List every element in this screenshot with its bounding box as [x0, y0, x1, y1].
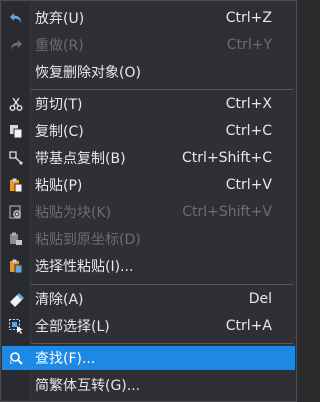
eraser-icon — [2, 287, 30, 311]
paste-as-block-icon — [2, 200, 30, 224]
menu-item-cut[interactable]: 剪切(T) Ctrl+X — [2, 92, 295, 116]
scissors-icon — [2, 92, 30, 116]
redo-icon — [2, 33, 30, 57]
menu-item-redo[interactable]: 重做(R) Ctrl+Y — [2, 33, 295, 57]
menu-item-shortcut: Ctrl+Shift+V — [182, 204, 272, 220]
copy-icon — [2, 119, 30, 143]
menu-item-label: 全部选择(L) — [35, 319, 110, 335]
select-all-icon — [2, 314, 30, 338]
menu-separator — [31, 343, 293, 344]
menu-item-label: 查找(F)... — [35, 351, 96, 367]
menu-item-label: 清除(A) — [35, 292, 84, 308]
menu-item-shortcut: Ctrl+Y — [226, 37, 272, 53]
menu-item-copy-with-basepoint[interactable]: 带基点复制(B) Ctrl+Shift+C — [2, 146, 295, 170]
menu-separator — [31, 284, 293, 285]
menu-separator — [31, 89, 293, 90]
menu-item-select-all[interactable]: 全部选择(L) Ctrl+A — [2, 314, 295, 338]
menu-item-label: 剪切(T) — [35, 97, 83, 113]
undo-icon — [2, 6, 30, 30]
menu-item-paste-to-original-coords[interactable]: 粘贴到原坐标(D) — [2, 227, 295, 251]
menu-item-shortcut: Ctrl+C — [225, 123, 272, 139]
menu-item-paste-special[interactable]: 选择性粘贴(I)... — [2, 254, 295, 278]
menu-item-shortcut: Ctrl+Shift+C — [182, 150, 272, 166]
menu-item-find[interactable]: 查找(F)... — [2, 346, 295, 370]
menu-item-shortcut: Ctrl+Z — [225, 10, 272, 26]
menu-item-label: 放弃(U) — [35, 11, 85, 27]
menu-item-label: 粘贴(P) — [35, 178, 83, 194]
menu-item-label: 粘贴为块(K) — [35, 205, 112, 221]
menu-item-label: 简繁体互转(G)... — [35, 378, 141, 394]
copy-with-basepoint-icon — [2, 146, 30, 170]
paste-special-icon — [2, 254, 30, 278]
menu-item-label: 重做(R) — [35, 38, 84, 54]
menu-item-label: 带基点复制(B) — [35, 151, 126, 167]
menu-item-paste-as-block[interactable]: 粘贴为块(K) Ctrl+Shift+V — [2, 200, 295, 224]
menu-item-shortcut: Ctrl+A — [225, 318, 272, 334]
menu-item-clear[interactable]: 清除(A) Del — [2, 287, 295, 311]
menu-item-shortcut: Ctrl+V — [225, 177, 272, 193]
menu-item-undo[interactable]: 放弃(U) Ctrl+Z — [2, 6, 295, 30]
paste-icon — [2, 173, 30, 197]
menu-item-label: 粘贴到原坐标(D) — [35, 232, 141, 248]
find-icon — [2, 346, 30, 370]
menu-item-shortcut: Del — [248, 291, 272, 307]
menu-item-shortcut: Ctrl+X — [225, 96, 272, 112]
edit-context-menu: 放弃(U) Ctrl+Z 重做(R) Ctrl+Y 恢复删除对象(O) 剪切(T… — [0, 0, 297, 402]
menu-item-label: 选择性粘贴(I)... — [35, 259, 134, 275]
menu-item-paste[interactable]: 粘贴(P) Ctrl+V — [2, 173, 295, 197]
menu-item-restore-deleted[interactable]: 恢复删除对象(O) — [2, 60, 295, 84]
menu-item-simplified-traditional-convert[interactable]: 简繁体互转(G)... — [2, 373, 295, 397]
menu-item-copy[interactable]: 复制(C) Ctrl+C — [2, 119, 295, 143]
paste-to-original-coords-icon — [2, 227, 30, 251]
menu-item-label: 复制(C) — [35, 124, 84, 140]
menu-item-label: 恢复删除对象(O) — [35, 65, 141, 81]
